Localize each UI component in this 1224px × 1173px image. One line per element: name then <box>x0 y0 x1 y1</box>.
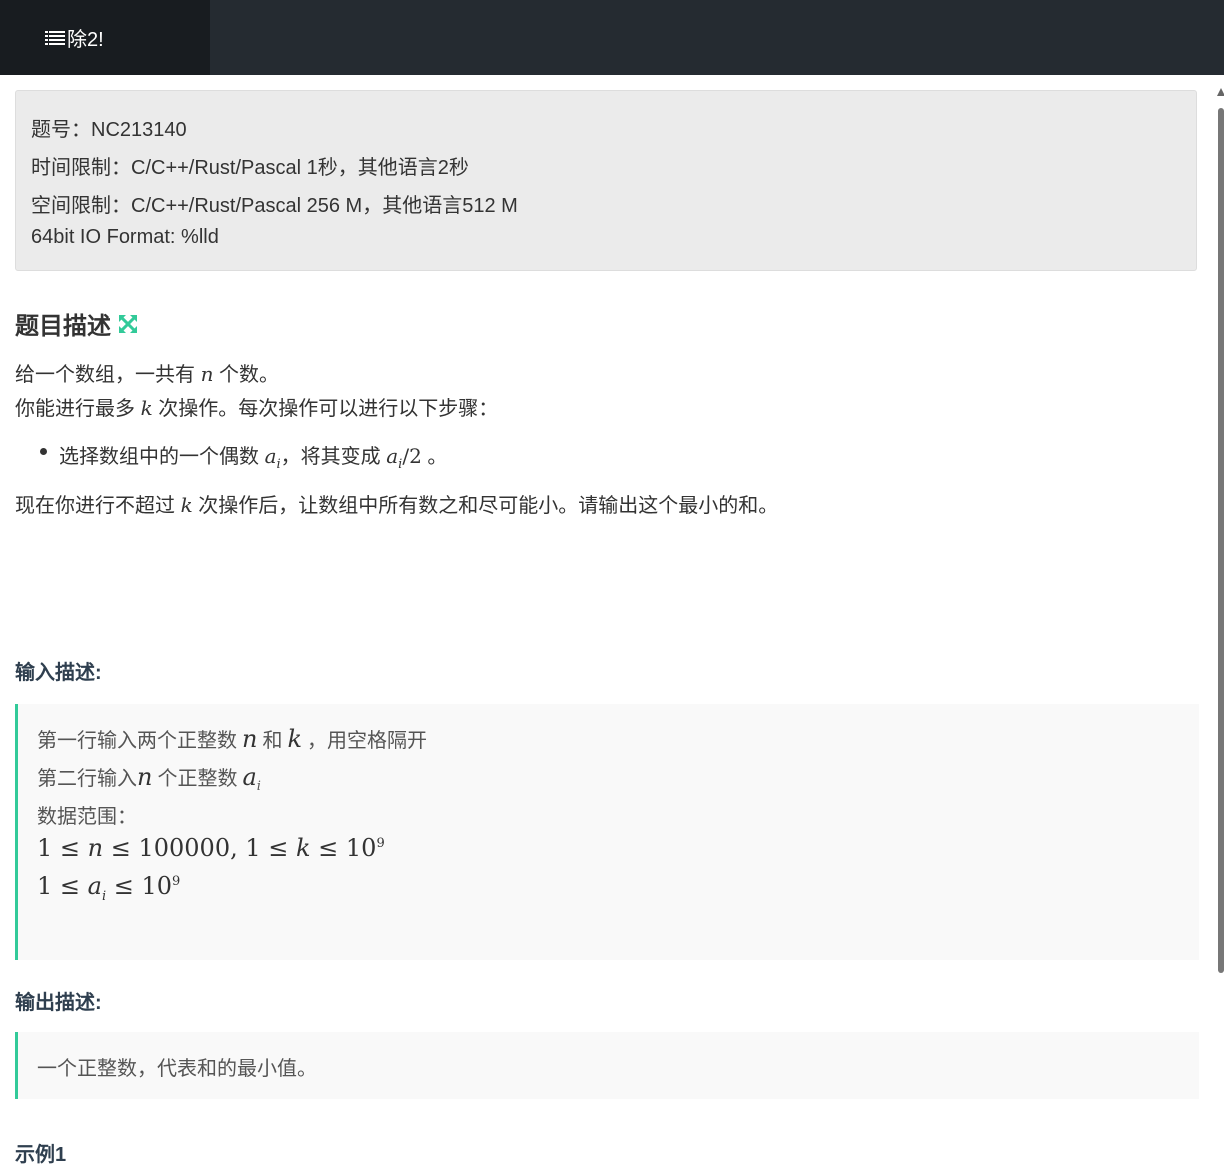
expand-icon[interactable] <box>117 313 139 335</box>
math-sub: i <box>256 779 261 794</box>
description-paragraph-2: 你能进行最多 k 次操作。每次操作可以进行以下步骤： <box>15 392 498 421</box>
math-var: a <box>242 763 257 791</box>
io-format: 64bit IO Format: %lld <box>31 226 219 248</box>
description-paragraph-1: 给一个数组，一共有 n 个数。 <box>15 358 279 387</box>
input-line-2: 第二行输入n 个正整数 ai <box>37 762 261 794</box>
text: 你能进行最多 <box>15 398 141 420</box>
input-constraint-1: 1 ≤ n ≤ 100000, 1 ≤ k ≤ 109 <box>37 834 385 863</box>
text: 个正整数 <box>152 768 243 790</box>
text: 第一行输入两个正整数 <box>37 730 242 752</box>
description-heading: 题目描述 <box>15 306 139 341</box>
example-heading: 示例1 <box>15 1144 67 1166</box>
input-description-block: 第一行输入两个正整数 n 和 k ，用空格隔开 第二行输入n 个正整数 ai 数… <box>15 704 1199 960</box>
math-var: n <box>200 362 214 386</box>
math-var: a <box>264 444 277 468</box>
text: 给一个数组，一共有 <box>15 364 201 386</box>
description-heading-text: 题目描述 <box>15 313 111 340</box>
math-text: ≤ 100000, 1 ≤ <box>103 834 296 862</box>
text: ，用空格隔开 <box>302 730 428 752</box>
scroll-up-arrow-icon[interactable] <box>1217 88 1224 96</box>
text: 。 <box>421 446 448 468</box>
top-bar: 除2! <box>0 0 1224 75</box>
text: ，将其变成 <box>280 446 387 468</box>
text: 次操作。每次操作可以进行以下步骤： <box>152 398 499 420</box>
tab-title: 除2! <box>67 29 104 51</box>
problem-info-box: 题号：NC213140 时间限制：C/C++/Rust/Pascal 1秒，其他… <box>15 90 1197 271</box>
math-var: k <box>140 396 153 420</box>
text: 现在你进行不超过 <box>15 495 181 517</box>
math-var: n <box>87 834 104 862</box>
math-var: a <box>87 872 102 900</box>
text: 次操作后，让数组中所有数之和尽可能小。请输出这个最小的和。 <box>192 495 779 517</box>
math-var: a <box>386 444 399 468</box>
math-exp: 9 <box>376 836 385 851</box>
text: 个数。 <box>213 364 280 386</box>
output-description-block: 一个正整数，代表和的最小值。 <box>15 1032 1199 1099</box>
math-var: n <box>242 725 258 753</box>
problem-id: 题号：NC213140 <box>31 119 187 141</box>
output-text: 一个正整数，代表和的最小值。 <box>37 1058 317 1080</box>
scroll-thumb[interactable] <box>1218 108 1224 973</box>
time-limit: 时间限制：C/C++/Rust/Pascal 1秒，其他语言2秒 <box>31 157 469 179</box>
math-var: k <box>296 834 311 862</box>
math-var: k <box>287 725 303 753</box>
description-paragraph-3: 现在你进行不超过 k 次操作后，让数组中所有数之和尽可能小。请输出这个最小的和。 <box>15 489 778 518</box>
math-text: 1 ≤ <box>37 834 88 862</box>
memory-limit: 空间限制：C/C++/Rust/Pascal 256 M，其他语言512 M <box>31 195 518 217</box>
math-exp: 9 <box>172 874 181 889</box>
text: 第二行输入 <box>37 768 137 790</box>
description-bullet-item: 选择数组中的一个偶数 ai，将其变成 ai/2 。 <box>59 440 447 472</box>
math-text: ≤ 10 <box>310 834 377 862</box>
input-heading: 输入描述: <box>15 662 102 684</box>
output-heading: 输出描述: <box>15 992 102 1014</box>
input-line-3: 数据范围： <box>37 806 137 828</box>
math-var: n <box>137 763 153 791</box>
math-text: 1 ≤ <box>37 872 88 900</box>
math-text: ≤ 10 <box>106 872 173 900</box>
math-div: /2 <box>402 444 422 468</box>
list-icon <box>45 29 65 46</box>
math-var: k <box>180 493 193 517</box>
text: 选择数组中的一个偶数 <box>59 446 265 468</box>
problem-tab[interactable]: 除2! <box>0 0 210 75</box>
bullet-dot <box>40 448 47 455</box>
input-constraint-2: 1 ≤ ai ≤ 109 <box>37 872 180 904</box>
text: 和 <box>257 730 288 752</box>
input-line-1: 第一行输入两个正整数 n 和 k ，用空格隔开 <box>37 724 427 753</box>
scrollbar[interactable] <box>1215 80 1224 1173</box>
